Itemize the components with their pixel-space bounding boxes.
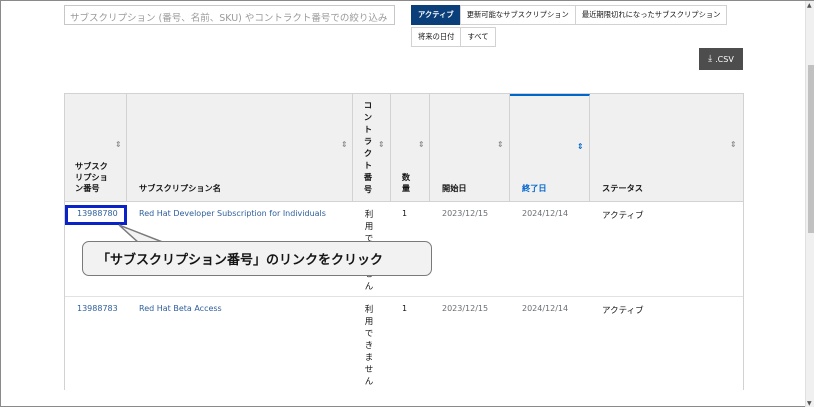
sort-icon: ⇕ bbox=[378, 140, 385, 149]
filter-tab-all[interactable]: すべて bbox=[460, 27, 496, 47]
search-input[interactable] bbox=[65, 9, 394, 28]
column-label: コントラクト番号 bbox=[363, 100, 373, 194]
end-date-cell: 2024/12/14 bbox=[522, 209, 569, 218]
filter-tab-renewable[interactable]: 更新可能なサブスクリプション bbox=[459, 5, 576, 25]
sort-icon: ⇕ bbox=[497, 140, 504, 149]
status-cell: アクティブ bbox=[602, 306, 644, 316]
column-label: 開始日 bbox=[442, 183, 467, 193]
export-csv-label: .CSV bbox=[715, 54, 734, 64]
scroll-down-arrow-icon[interactable]: ▼ bbox=[807, 400, 812, 407]
quantity-cell: 1 bbox=[402, 304, 408, 313]
instruction-callout: 「サブスクリプション番号」のリンクをクリック bbox=[82, 241, 432, 276]
callout-text: 「サブスクリプション番号」のリンクをクリック bbox=[97, 253, 384, 268]
column-header-start-date[interactable]: 開始日 ⇕ bbox=[430, 94, 510, 202]
quantity-cell: 1 bbox=[402, 209, 408, 218]
download-icon: ⤓ bbox=[708, 54, 713, 64]
sort-icon: ⇕ bbox=[115, 140, 122, 149]
column-header-subscription-number[interactable]: サブスクリプション番号 ⇕ bbox=[65, 94, 127, 202]
filter-tabs-row-2: 将来の日付 すべて bbox=[411, 27, 496, 47]
table-row: 13988783 Red Hat Beta Access 利用できません 1 2… bbox=[65, 297, 743, 390]
column-label: サブスクリプション番号 bbox=[75, 161, 108, 193]
column-header-quantity[interactable]: 数量 ⇕ bbox=[391, 94, 430, 202]
column-header-status[interactable]: ステータス ⇕ bbox=[590, 94, 743, 202]
status-cell: アクティブ bbox=[602, 211, 644, 221]
column-label: サブスクリプション名 bbox=[139, 183, 221, 193]
subscription-name-link[interactable]: Red Hat Developer Subscription for Indiv… bbox=[139, 209, 326, 218]
column-label: 数量 bbox=[401, 172, 411, 193]
contract-number-cell: 利用できません bbox=[364, 305, 374, 387]
end-date-cell: 2024/12/14 bbox=[522, 304, 569, 313]
filter-tab-future-dated[interactable]: 将来の日付 bbox=[411, 27, 462, 47]
browser-viewport: アクティブ 更新可能なサブスクリプション 最近期限切れになったサブスクリプション… bbox=[0, 0, 814, 407]
scroll-thumb[interactable] bbox=[808, 65, 814, 233]
column-header-contract-number[interactable]: コントラクト番号 ⇕ bbox=[353, 94, 391, 202]
filter-tab-recently-expired[interactable]: 最近期限切れになったサブスクリプション bbox=[574, 5, 728, 25]
subscription-name-link[interactable]: Red Hat Beta Access bbox=[139, 304, 222, 313]
filter-tab-active[interactable]: アクティブ bbox=[411, 5, 461, 25]
column-label: ステータス bbox=[602, 183, 643, 193]
column-label: 終了日 bbox=[522, 183, 547, 193]
subscription-search-field[interactable] bbox=[64, 5, 395, 28]
export-csv-button[interactable]: ⤓ .CSV bbox=[699, 48, 743, 70]
filter-tabs-row-1: アクティブ 更新可能なサブスクリプション 最近期限切れになったサブスクリプション bbox=[411, 5, 728, 25]
sort-icon: ⇕ bbox=[418, 140, 425, 149]
table-header: サブスクリプション番号 ⇕ サブスクリプション名 ⇕ コントラクト番号 ⇕ 数量… bbox=[65, 94, 743, 202]
sort-icon: ⇕ bbox=[730, 140, 737, 149]
sort-icon: ⇕ bbox=[577, 142, 584, 151]
start-date-cell: 2023/12/15 bbox=[442, 304, 489, 313]
sort-icon: ⇕ bbox=[341, 140, 348, 149]
column-header-end-date[interactable]: 終了日 ⇕ bbox=[510, 94, 590, 202]
subscription-number-highlight-box bbox=[65, 205, 127, 225]
scroll-up-arrow-icon[interactable]: ▲ bbox=[807, 2, 812, 9]
start-date-cell: 2023/12/15 bbox=[442, 209, 489, 218]
column-header-subscription-name[interactable]: サブスクリプション名 ⇕ bbox=[127, 94, 353, 202]
subscription-number-link[interactable]: 13988783 bbox=[77, 304, 118, 313]
vertical-scrollbar[interactable]: ▲ ▼ bbox=[805, 1, 814, 407]
